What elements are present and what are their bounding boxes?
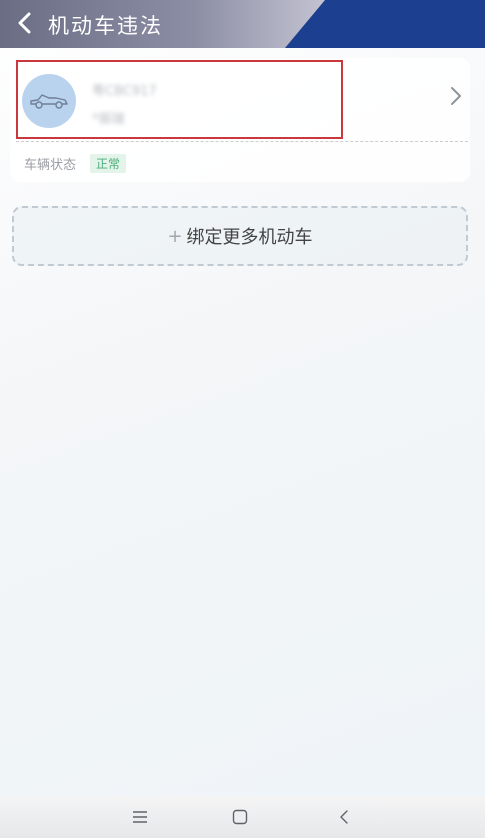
bind-more-label: 绑定更多机动车: [186, 227, 313, 248]
vehicle-plate: 粤CBC917: [92, 84, 157, 99]
plus-icon: +: [167, 225, 183, 247]
vehicle-owner: *振瑞: [92, 112, 125, 127]
bind-more-vehicles-button[interactable]: + 绑定更多机动车: [12, 206, 468, 266]
menu-icon: [133, 811, 147, 823]
nav-home-button[interactable]: [228, 805, 252, 829]
vehicle-detail-chevron: [450, 86, 462, 110]
nav-back-icon: [340, 810, 348, 824]
vehicle-item[interactable]: 粤CBC917 *振瑞: [10, 58, 470, 142]
nav-menu-button[interactable]: [128, 805, 152, 829]
app-header: 机动车违法: [0, 0, 485, 48]
page-title: 机动车违法: [48, 14, 163, 38]
nav-back-button[interactable]: [332, 805, 356, 829]
system-navigation-bar: [0, 796, 485, 838]
status-label: 车辆状态: [24, 158, 77, 173]
card-divider: [16, 141, 468, 142]
vehicle-card: 粤CBC917 *振瑞 车辆状态 正常: [10, 58, 470, 182]
home-icon: [232, 809, 248, 825]
status-badge: 正常: [90, 154, 127, 173]
header-decoration: [285, 0, 485, 48]
back-arrow-icon: [18, 12, 31, 34]
back-button[interactable]: [10, 8, 40, 38]
vehicle-avatar: [22, 74, 76, 128]
car-icon: [30, 94, 68, 109]
chevron-right-icon: [451, 87, 461, 105]
